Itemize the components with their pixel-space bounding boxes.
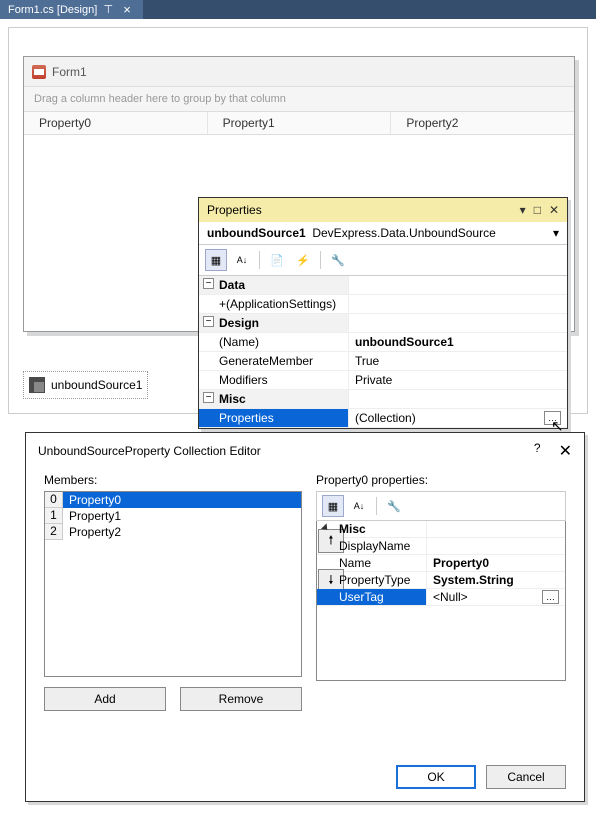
members-label: Members: xyxy=(44,473,302,487)
properties-object[interactable]: unboundSource1 DevExpress.Data.UnboundSo… xyxy=(207,226,496,240)
component-icon xyxy=(29,377,45,393)
members-list[interactable]: 0Property01Property12Property2 xyxy=(44,491,302,677)
properties-panel: Properties ▾ □ ✕ unboundSource1 DevExpre… xyxy=(198,197,568,429)
alphabetical-icon[interactable]: A↓ xyxy=(348,495,370,517)
close-icon[interactable]: × xyxy=(119,3,135,16)
property-row[interactable]: GenerateMemberTrue xyxy=(199,352,567,371)
collection-editor-dialog: UnboundSourceProperty Collection Editor … xyxy=(25,432,585,802)
form-title: Form1 xyxy=(52,65,87,79)
add-button[interactable]: Add xyxy=(44,687,166,711)
property-row[interactable]: UserTag<Null>… xyxy=(317,589,565,606)
member-item[interactable]: 1Property1 xyxy=(45,508,301,524)
property-category[interactable]: −Data xyxy=(199,276,349,294)
member-item[interactable]: 2Property2 xyxy=(45,524,301,540)
alphabetical-icon[interactable]: A↓ xyxy=(231,249,253,271)
component-tray-item[interactable]: unboundSource1 xyxy=(23,371,148,399)
close-icon[interactable]: ✕ xyxy=(559,441,572,461)
ok-button[interactable]: OK xyxy=(396,765,476,789)
dropdown-icon[interactable]: ▾ xyxy=(553,226,559,240)
events-icon[interactable]: ⚡ xyxy=(292,249,314,271)
grid-column-header[interactable]: Property1 xyxy=(208,112,392,134)
help-icon[interactable]: ? xyxy=(534,441,541,461)
properties-title: Properties xyxy=(207,203,262,217)
grid-group-hint[interactable]: Drag a column header here to group by th… xyxy=(24,87,574,112)
properties-icon[interactable]: 📄 xyxy=(266,249,288,271)
right-label: Property0 properties: xyxy=(316,473,566,487)
remove-button[interactable]: Remove xyxy=(180,687,302,711)
tab-label: Form1.cs [Design] xyxy=(8,4,97,16)
property-row[interactable]: DisplayName xyxy=(317,538,565,555)
form-icon xyxy=(32,65,46,79)
property-pages-icon[interactable]: 🔧 xyxy=(383,495,405,517)
maximize-icon[interactable]: □ xyxy=(534,203,541,217)
grid-column-header[interactable]: Property0 xyxy=(24,112,208,134)
property-category[interactable]: Misc xyxy=(317,521,427,537)
ellipsis-button[interactable]: … xyxy=(544,411,561,425)
property-row[interactable]: ModifiersPrivate xyxy=(199,371,567,390)
property-row[interactable]: PropertyTypeSystem.String xyxy=(317,572,565,589)
close-icon[interactable]: ✕ xyxy=(549,203,559,217)
property-row[interactable]: +(ApplicationSettings) xyxy=(199,295,567,314)
dropdown-icon[interactable]: ▾ xyxy=(520,203,526,217)
property-row[interactable]: Properties(Collection)… xyxy=(199,409,567,428)
member-item[interactable]: 0Property0 xyxy=(45,492,301,508)
component-name: unboundSource1 xyxy=(51,378,142,392)
property-pages-icon[interactable]: 🔧 xyxy=(327,249,349,271)
ellipsis-button[interactable]: … xyxy=(542,590,559,604)
property-category[interactable]: −Misc xyxy=(199,390,349,408)
cancel-button[interactable]: Cancel xyxy=(486,765,566,789)
property-row[interactable]: NameProperty0 xyxy=(317,555,565,572)
property-row[interactable]: (Name)unboundSource1 xyxy=(199,333,567,352)
property-category[interactable]: −Design xyxy=(199,314,349,332)
grid-column-header[interactable]: Property2 xyxy=(391,112,574,134)
categorized-icon[interactable]: ▦ xyxy=(322,495,344,517)
dialog-title: UnboundSourceProperty Collection Editor xyxy=(38,444,261,458)
categorized-icon[interactable]: ▦ xyxy=(205,249,227,271)
document-tab[interactable]: Form1.cs [Design] ⊤ × xyxy=(0,0,143,19)
pin-icon[interactable]: ⊤ xyxy=(103,5,113,15)
